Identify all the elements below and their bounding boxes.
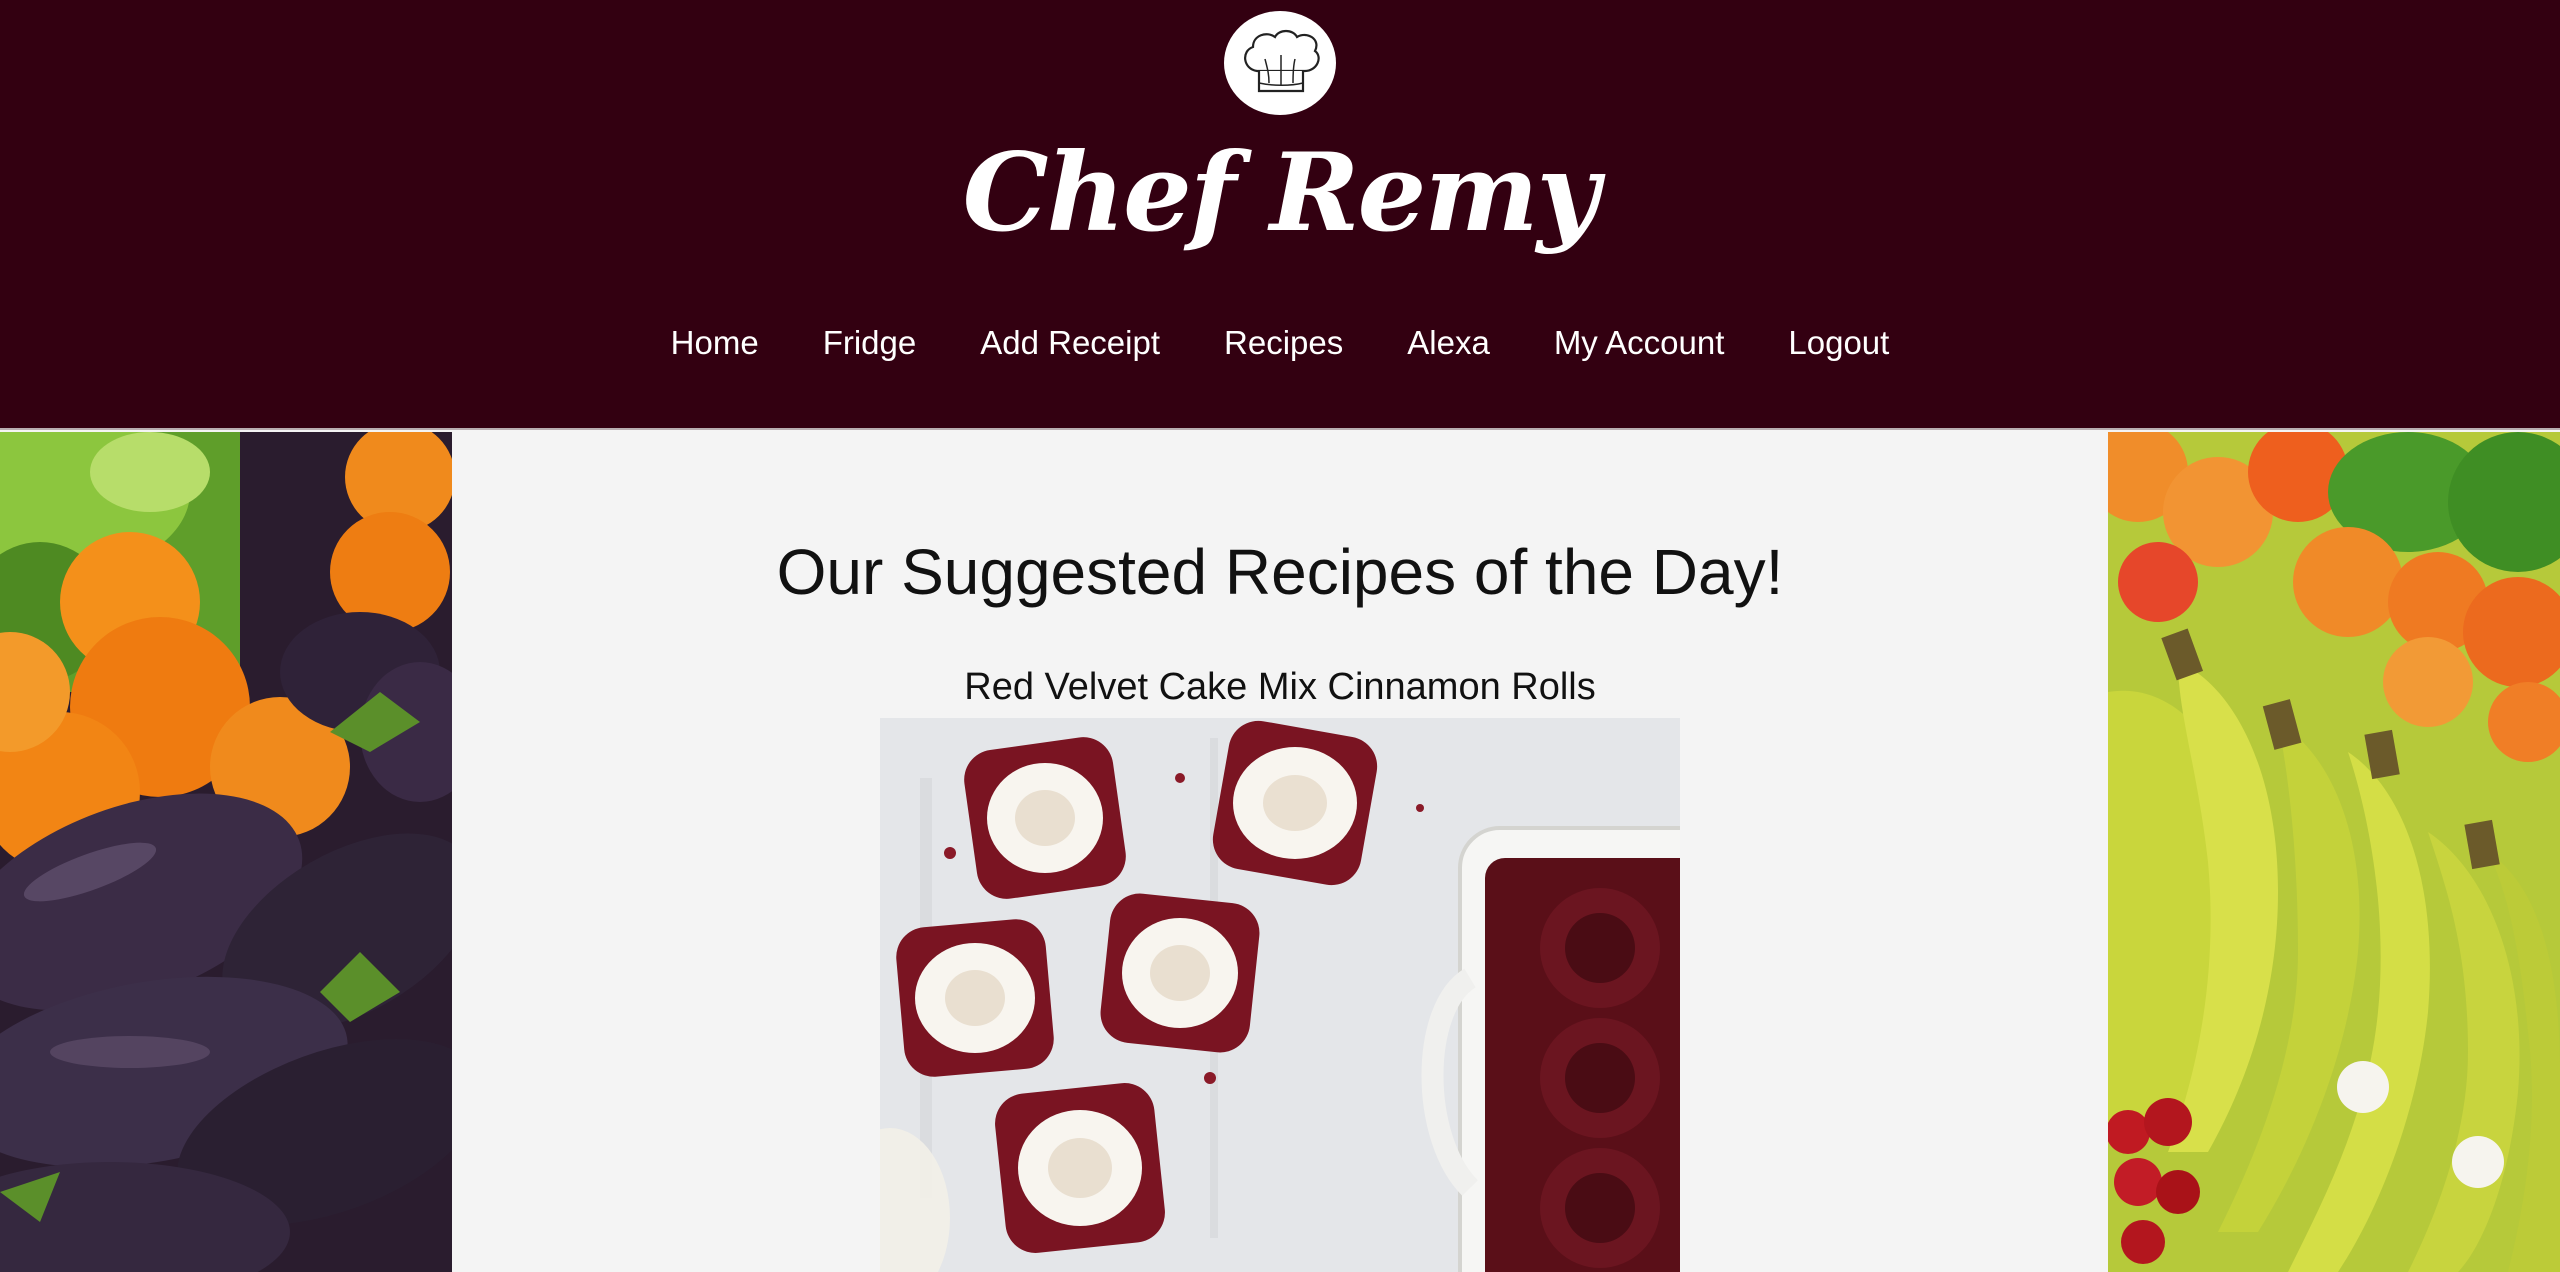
nav-alexa[interactable]: Alexa	[1375, 318, 1522, 368]
main-nav: Home Fridge Add Receipt Recipes Alexa My…	[0, 318, 2560, 368]
side-image-vegetables	[0, 432, 452, 1272]
recipe-image[interactable]	[880, 718, 1680, 1272]
nav-fridge[interactable]: Fridge	[791, 318, 949, 368]
side-image-fruit	[2108, 432, 2560, 1272]
logo[interactable]	[1224, 11, 1336, 115]
nav-my-account[interactable]: My Account	[1522, 318, 1757, 368]
page-title: Our Suggested Recipes of the Day!	[776, 536, 1784, 608]
nav-add-receipt[interactable]: Add Receipt	[948, 318, 1192, 368]
brand-title[interactable]: Chef Remy	[0, 128, 2560, 258]
nav-logout[interactable]: Logout	[1756, 318, 1921, 368]
site-header: Chef Remy Home Fridge Add Receipt Recipe…	[0, 0, 2560, 430]
recipe-title[interactable]: Red Velvet Cake Mix Cinnamon Rolls	[452, 662, 2108, 712]
nav-recipes[interactable]: Recipes	[1192, 318, 1375, 368]
nav-home[interactable]: Home	[639, 318, 791, 368]
chef-hat-icon	[1244, 29, 1320, 93]
main-content: Our Suggested Recipes of the Day! Red Ve…	[452, 432, 2108, 1272]
